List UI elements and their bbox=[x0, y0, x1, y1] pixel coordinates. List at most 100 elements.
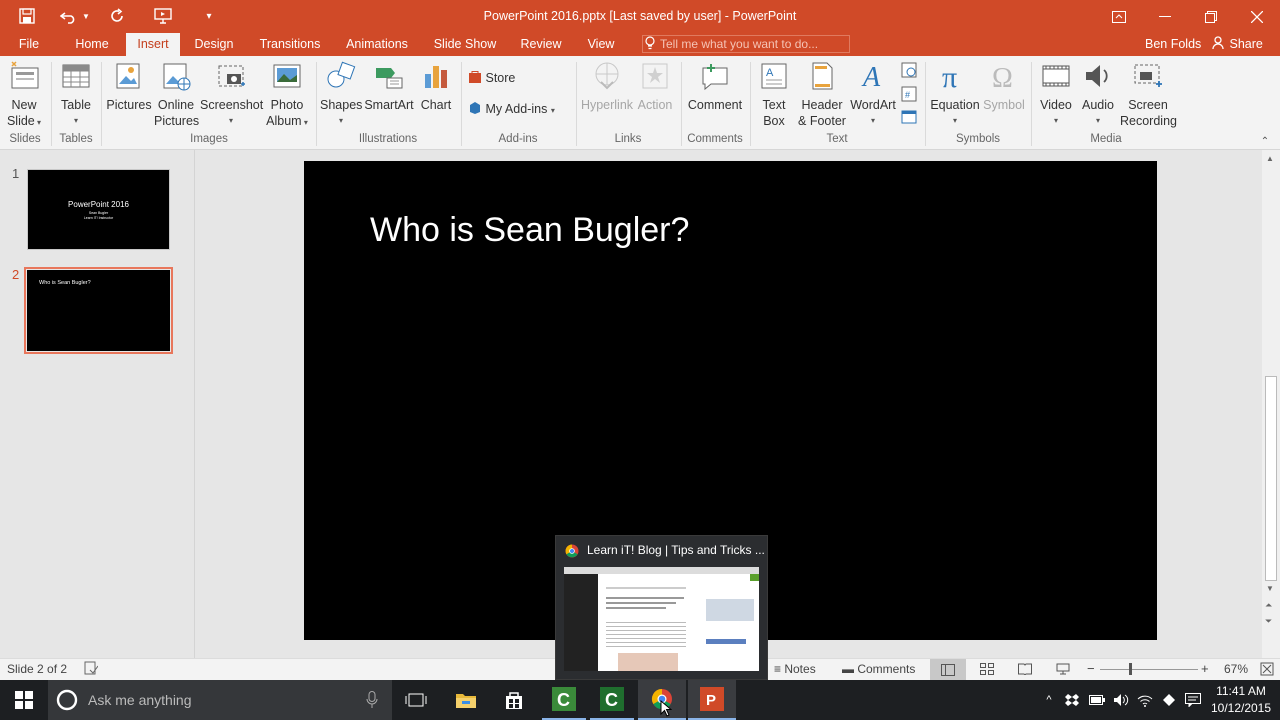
normal-view-button[interactable] bbox=[930, 659, 966, 680]
search-placeholder: Ask me anything bbox=[88, 692, 192, 708]
screenshot-label: Screenshot bbox=[200, 98, 264, 112]
zoom-slider[interactable] bbox=[1100, 669, 1198, 670]
tab-review[interactable]: Review bbox=[516, 33, 566, 56]
text-box-label-2: Box bbox=[763, 114, 785, 128]
cortana-search-box[interactable]: Ask me anything bbox=[48, 680, 392, 720]
notes-icon: ≡ bbox=[774, 662, 785, 676]
my-addins-button[interactable]: My Add-ins ▾ bbox=[468, 101, 555, 119]
group-addins: Add-ins bbox=[498, 133, 538, 145]
restore-button[interactable] bbox=[1188, 0, 1234, 33]
tab-design[interactable]: Design bbox=[188, 33, 240, 56]
screenshot-button[interactable]: Screenshot ▾ bbox=[200, 60, 264, 129]
hyperlink-label: Hyperlink bbox=[580, 98, 634, 112]
zoom-level[interactable]: 67% bbox=[1224, 662, 1248, 676]
ribbon-display-options-icon[interactable] bbox=[1096, 0, 1142, 33]
tab-home[interactable]: Home bbox=[68, 33, 116, 56]
audio-button[interactable]: Audio ▾ bbox=[1078, 60, 1118, 129]
powerpoint-taskbar-button[interactable]: P bbox=[688, 680, 736, 720]
smartart-button[interactable]: SmartArt bbox=[364, 60, 414, 113]
show-hidden-icons-icon[interactable]: ^ bbox=[1040, 680, 1058, 720]
video-button[interactable]: Video ▾ bbox=[1036, 60, 1076, 129]
pictures-button[interactable]: Pictures bbox=[106, 60, 152, 113]
scrollbar-thumb[interactable] bbox=[1265, 376, 1277, 581]
hyperlink-button[interactable]: Hyperlink bbox=[580, 60, 634, 113]
zoom-in-button[interactable]: + bbox=[1201, 661, 1209, 676]
notes-label: Notes bbox=[784, 662, 816, 676]
wordart-button[interactable]: A WordArt ▾ bbox=[850, 60, 896, 129]
zoom-slider-thumb[interactable] bbox=[1129, 663, 1132, 675]
object-button[interactable] bbox=[900, 110, 918, 128]
slide-sorter-icon[interactable] bbox=[980, 663, 994, 678]
scroll-up-icon[interactable]: ▲ bbox=[1266, 154, 1274, 163]
camtasia-recorder-icon[interactable]: C bbox=[542, 680, 586, 720]
zoom-out-button[interactable]: − bbox=[1087, 661, 1095, 676]
tab-slide-show[interactable]: Slide Show bbox=[428, 33, 502, 56]
tab-insert[interactable]: Insert bbox=[126, 33, 180, 56]
spell-check-icon[interactable] bbox=[84, 661, 99, 678]
volume-icon[interactable] bbox=[1112, 680, 1130, 720]
network-diamond-icon[interactable] bbox=[1160, 680, 1178, 720]
header-footer-button[interactable]: Header & Footer bbox=[796, 60, 848, 129]
reading-view-icon[interactable] bbox=[1018, 663, 1032, 678]
slide-title[interactable]: Who is Sean Bugler? bbox=[370, 211, 689, 250]
taskbar-preview-chrome[interactable]: Learn iT! Blog | Tips and Tricks ... bbox=[555, 535, 768, 680]
slide-thumbnail-2[interactable]: Who is Sean Bugler? bbox=[27, 270, 170, 351]
table-button[interactable]: Table ▾ bbox=[56, 60, 96, 129]
person-icon bbox=[1212, 36, 1229, 51]
online-pictures-button[interactable]: Online Pictures bbox=[154, 60, 200, 129]
slide-thumbnail-1[interactable]: PowerPoint 2016 Sean Bugler Learn iT! In… bbox=[27, 169, 170, 250]
clock-time[interactable]: 11:41 AM bbox=[1206, 684, 1276, 698]
screen-recording-button[interactable]: Screen Recording bbox=[1120, 60, 1177, 129]
action-button[interactable]: Action bbox=[636, 60, 674, 113]
action-center-icon[interactable] bbox=[1184, 680, 1202, 720]
fit-slide-icon[interactable] bbox=[1260, 662, 1274, 679]
notes-button[interactable]: ≡ Notes bbox=[774, 662, 816, 676]
collapse-ribbon-icon[interactable]: ⌃ bbox=[1258, 134, 1272, 150]
previous-slide-icon[interactable]: ⏶ bbox=[1265, 600, 1272, 611]
online-pictures-label-2: Pictures bbox=[154, 114, 200, 128]
tab-view[interactable]: View bbox=[582, 33, 620, 56]
store-button[interactable]: Store bbox=[468, 70, 515, 86]
photo-album-button[interactable]: Photo Album ▾ bbox=[264, 60, 310, 131]
share-button[interactable]: Share bbox=[1212, 33, 1263, 56]
divider bbox=[681, 62, 682, 146]
comment-button[interactable]: Comment bbox=[686, 60, 744, 113]
text-box-button[interactable]: A Text Box bbox=[754, 60, 794, 129]
dropbox-icon[interactable] bbox=[1063, 680, 1081, 720]
close-button[interactable] bbox=[1234, 0, 1280, 33]
minimize-button[interactable] bbox=[1142, 0, 1188, 33]
divider bbox=[316, 62, 317, 146]
date-time-icon bbox=[901, 62, 917, 78]
tell-me-input[interactable]: Tell me what you want to do... bbox=[642, 35, 850, 53]
tab-animations[interactable]: Animations bbox=[340, 33, 414, 56]
comments-button[interactable]: ▬ Comments bbox=[842, 662, 915, 676]
equation-button[interactable]: π Equation ▾ bbox=[930, 60, 980, 129]
slide-show-view-icon[interactable] bbox=[1056, 663, 1070, 678]
vertical-scrollbar[interactable]: ▲ ▼ ⏶ ⏷ bbox=[1262, 150, 1280, 658]
new-slide-button[interactable]: New Slide ▾ bbox=[4, 60, 44, 131]
photo-album-icon bbox=[271, 60, 303, 92]
tab-transitions[interactable]: Transitions bbox=[252, 33, 328, 56]
file-explorer-icon[interactable] bbox=[446, 680, 486, 720]
wifi-icon[interactable] bbox=[1136, 680, 1154, 720]
chrome-taskbar-button[interactable] bbox=[638, 680, 686, 720]
shapes-button[interactable]: Shapes ▾ bbox=[320, 60, 362, 129]
mouse-cursor-icon bbox=[660, 700, 672, 717]
chart-button[interactable]: Chart bbox=[416, 60, 456, 113]
tab-file[interactable]: File bbox=[8, 33, 50, 56]
user-name[interactable]: Ben Folds bbox=[1145, 33, 1201, 56]
equation-label: Equation bbox=[930, 98, 980, 112]
windows-start-button[interactable] bbox=[0, 680, 48, 720]
store-icon[interactable] bbox=[494, 680, 534, 720]
symbol-button[interactable]: Ω Symbol bbox=[982, 60, 1026, 113]
group-media: Media bbox=[1090, 133, 1122, 145]
date-time-button[interactable] bbox=[900, 62, 918, 82]
clock-date[interactable]: 10/12/2015 bbox=[1206, 701, 1276, 715]
task-view-icon[interactable] bbox=[396, 680, 436, 720]
next-slide-icon[interactable]: ⏷ bbox=[1265, 616, 1272, 627]
camtasia-studio-icon[interactable]: C bbox=[590, 680, 634, 720]
comments-label: Comments bbox=[857, 662, 916, 676]
scroll-down-icon[interactable]: ▼ bbox=[1266, 584, 1274, 593]
slide-number-button[interactable]: # bbox=[900, 86, 918, 106]
battery-icon[interactable] bbox=[1088, 680, 1106, 720]
